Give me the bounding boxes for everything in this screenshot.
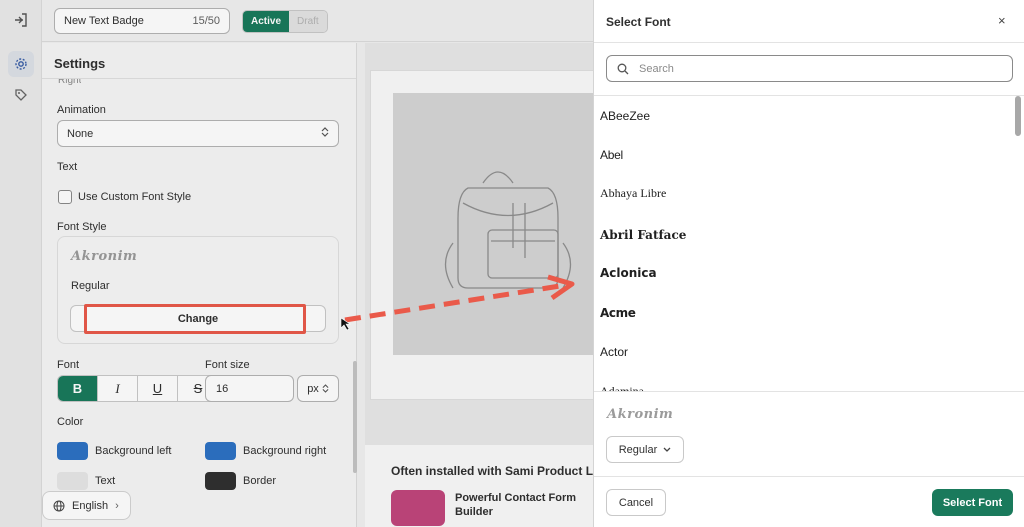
- chevron-down-icon: [663, 447, 671, 452]
- select-font-button[interactable]: Select Font: [932, 489, 1013, 516]
- modal-title: Select Font: [606, 15, 671, 29]
- font-list-scrollbar[interactable]: [1015, 96, 1021, 136]
- modal-footer: Cancel Select Font: [594, 476, 1024, 527]
- font-option-abel[interactable]: Abel: [600, 135, 1010, 174]
- select-font-modal: Select Font × ABeeZee Abel Abhaya Libre …: [593, 0, 1024, 527]
- font-option-acme[interactable]: Acme: [600, 293, 1010, 332]
- font-option-abeezee[interactable]: ABeeZee: [600, 96, 1010, 135]
- font-option-abril-fatface[interactable]: Abril Fatface: [600, 215, 1010, 254]
- search-icon: [617, 63, 629, 74]
- modal-header: Select Font ×: [594, 0, 1024, 43]
- font-option-actor[interactable]: Actor: [600, 332, 1010, 371]
- font-search-field[interactable]: [606, 55, 1013, 82]
- font-option-abhaya-libre[interactable]: Abhaya Libre: [600, 174, 1010, 213]
- cancel-button[interactable]: Cancel: [606, 489, 666, 516]
- close-icon[interactable]: ×: [998, 13, 1006, 28]
- font-variant-select[interactable]: Regular: [606, 436, 684, 463]
- font-list: ABeeZee Abel Abhaya Libre Abril Fatface …: [594, 95, 1024, 392]
- selected-font-preview: Akronim: [607, 407, 674, 422]
- font-option-aclonica[interactable]: Aclonica: [600, 253, 1010, 292]
- font-search-input[interactable]: [639, 62, 989, 75]
- modal-backdrop[interactable]: [0, 0, 593, 527]
- font-option-adamina[interactable]: Adamina: [600, 372, 1010, 391]
- font-variant-value: Regular: [618, 443, 658, 456]
